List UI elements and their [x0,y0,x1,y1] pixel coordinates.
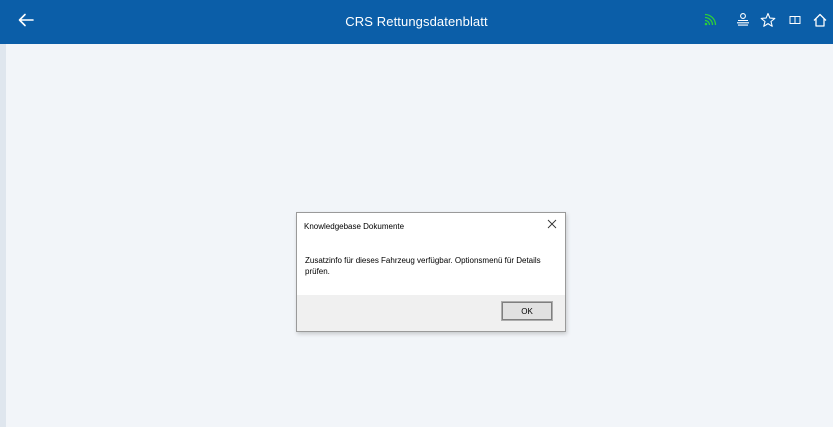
dialog-close-button[interactable] [546,219,558,231]
star-icon [760,12,776,33]
left-edge [0,0,6,427]
book-icon [788,13,802,32]
close-icon [547,219,557,231]
home-button[interactable] [811,13,829,31]
ok-button[interactable]: OK [501,301,553,321]
app-window: CRS Rettungsdatenblatt Knowledgebase Dok… [0,0,833,427]
dialog-message: Zusatzinfo für dieses Fahrzeug verfügbar… [305,256,541,276]
home-icon [812,12,828,33]
book-button[interactable] [786,13,804,31]
signal-button[interactable] [701,13,719,31]
list-button[interactable] [734,12,752,33]
dialog-title: Knowledgebase Dokumente [304,222,405,231]
list-icon [735,12,751,33]
favorite-button[interactable] [759,12,777,33]
knowledgebase-dialog: Knowledgebase Dokumente Zusatzinfo für d… [296,212,566,332]
top-bar: CRS Rettungsdatenblatt [0,0,833,44]
dialog-footer: OK [297,295,565,331]
signal-icon [702,12,718,33]
